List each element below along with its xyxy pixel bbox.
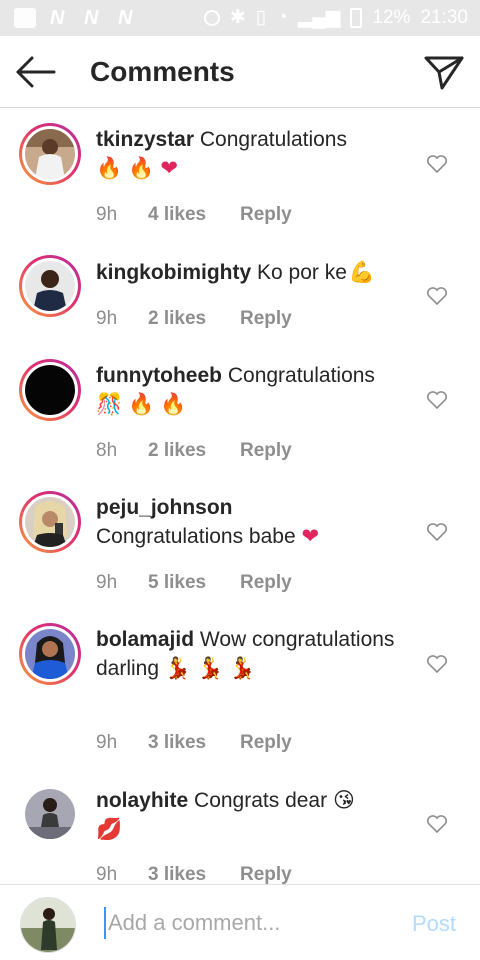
comment-time: 9h — [96, 572, 118, 593]
comment-composer: Post — [0, 884, 480, 960]
battery-icon — [350, 7, 363, 28]
avatar[interactable] — [19, 491, 81, 553]
reply-button[interactable]: Reply — [240, 440, 292, 462]
comment-time: 8h — [96, 440, 118, 461]
comment-body: Congratulations — [199, 128, 347, 151]
reply-button[interactable]: Reply — [240, 308, 292, 330]
confetti-emoji: 🎊 — [96, 392, 123, 416]
comment-text: peju_johnson Congratulations babe ❤ — [96, 494, 412, 551]
comment-text: bolamajid Wow congratulations darling 💃 💃… — [96, 626, 412, 683]
reply-button[interactable]: Reply — [240, 572, 292, 594]
signal-icon: ▂▄▆ — [297, 7, 341, 28]
like-heart-icon[interactable] — [426, 286, 448, 306]
comment-username[interactable]: bolamajid — [96, 628, 194, 651]
comment-body: Ko por ke — [257, 261, 347, 284]
comment-meta: 9h 3 likes Reply — [96, 732, 292, 754]
comments-list[interactable]: tkinzystar Congratulations 🔥 🔥 ❤ 9h 4 like… — [0, 108, 480, 884]
app-notification-icon: N — [118, 7, 133, 29]
comment-username[interactable]: nolayhite — [96, 789, 188, 812]
comment-time: 9h — [96, 864, 118, 884]
post-button[interactable]: Post — [412, 911, 456, 937]
fire-emoji: 🔥 — [96, 156, 123, 180]
reply-button[interactable]: Reply — [240, 864, 292, 884]
comment-text: funnytoheeb Congratulations 🎊 🔥 🔥 — [96, 362, 412, 419]
back-button[interactable] — [12, 50, 60, 94]
lips-emoji: 💋 — [96, 817, 123, 841]
data-saver-icon — [203, 9, 220, 26]
heart-emoji: ❤ — [301, 524, 320, 548]
fire-emoji: 🔥 — [160, 392, 187, 416]
comment-meta: 9h 3 likes Reply — [96, 864, 292, 884]
comment-likes[interactable]: 3 likes — [148, 732, 240, 754]
comment-username[interactable]: funnytoheeb — [96, 364, 222, 387]
comment-text: nolayhite Congrats dear 😘 💋 — [96, 786, 412, 844]
share-button[interactable] — [422, 50, 466, 94]
avatar[interactable] — [19, 623, 81, 685]
comments-header: Comments — [0, 36, 480, 108]
wifi-icon: ◔ — [276, 6, 288, 28]
comment-username[interactable]: tkinzystar — [96, 128, 194, 151]
comment-likes[interactable]: 4 likes — [148, 204, 240, 226]
comment-time: 9h — [96, 732, 118, 753]
bluetooth-icon: ✱ — [229, 7, 246, 28]
comment-text: kingkobimighty Ko por ke💪 — [96, 258, 412, 287]
system-icons: ✱ ▯ ◔ ▂▄▆ 12% 21:30 — [203, 6, 468, 29]
reply-button[interactable]: Reply — [240, 732, 292, 754]
dancer-emoji: 💃 — [164, 656, 192, 680]
kiss-face-emoji: 😘 — [332, 788, 355, 812]
comment-meta: 8h 2 likes Reply — [96, 440, 292, 462]
comment-meta: 9h 4 likes Reply — [96, 204, 292, 226]
current-user-avatar[interactable] — [20, 897, 76, 953]
comment-meta: 9h 2 likes Reply — [96, 308, 292, 330]
comment-body: Congrats dear — [194, 789, 328, 812]
comment-time: 9h — [96, 204, 118, 225]
comment-likes[interactable]: 5 likes — [148, 572, 240, 594]
message-icon — [14, 8, 36, 28]
app-notification-icon: N — [50, 7, 65, 29]
avatar[interactable] — [19, 359, 81, 421]
like-heart-icon[interactable] — [426, 654, 448, 674]
avatar[interactable] — [19, 123, 81, 185]
comment-text: tkinzystar Congratulations 🔥 🔥 ❤ — [96, 126, 412, 183]
comment-input[interactable] — [108, 907, 388, 939]
dancer-emoji: 💃 — [229, 656, 256, 680]
clock: 21:30 — [420, 6, 468, 28]
notification-icons: N N N — [14, 8, 138, 28]
avatar[interactable] — [19, 783, 81, 845]
comment-body: Congratulations — [227, 364, 375, 387]
comment-likes[interactable]: 2 likes — [148, 440, 240, 462]
back-arrow-icon — [16, 56, 56, 88]
comment-username[interactable]: peju_johnson — [96, 496, 233, 519]
vibrate-icon: ▯ — [255, 7, 267, 28]
text-cursor — [104, 907, 106, 939]
reply-button[interactable]: Reply — [240, 204, 292, 226]
comment-username[interactable]: kingkobimighty — [96, 261, 251, 284]
app-notification-icon: N — [84, 7, 99, 29]
like-heart-icon[interactable] — [426, 154, 448, 174]
like-heart-icon[interactable] — [426, 814, 448, 834]
status-bar: N N N ✱ ▯ ◔ ▂▄▆ 12% 21:30 — [0, 0, 480, 36]
like-heart-icon[interactable] — [426, 522, 448, 542]
like-heart-icon[interactable] — [426, 390, 448, 410]
fire-emoji: 🔥 — [128, 392, 155, 416]
heart-emoji: ❤ — [160, 156, 178, 180]
comment-body: Congratulations babe — [96, 525, 296, 548]
avatar[interactable] — [19, 255, 81, 317]
flexed-biceps-emoji: 💪 — [348, 260, 376, 284]
dancer-emoji: 💃 — [197, 656, 224, 680]
battery-level: 12% — [372, 6, 411, 28]
paper-plane-icon — [424, 56, 464, 90]
comment-likes[interactable]: 2 likes — [148, 308, 240, 330]
fire-emoji: 🔥 — [128, 156, 155, 180]
comment-likes[interactable]: 3 likes — [148, 864, 240, 884]
page-title: Comments — [90, 56, 235, 87]
comment-time: 9h — [96, 308, 118, 329]
comment-meta: 9h 5 likes Reply — [96, 572, 292, 594]
